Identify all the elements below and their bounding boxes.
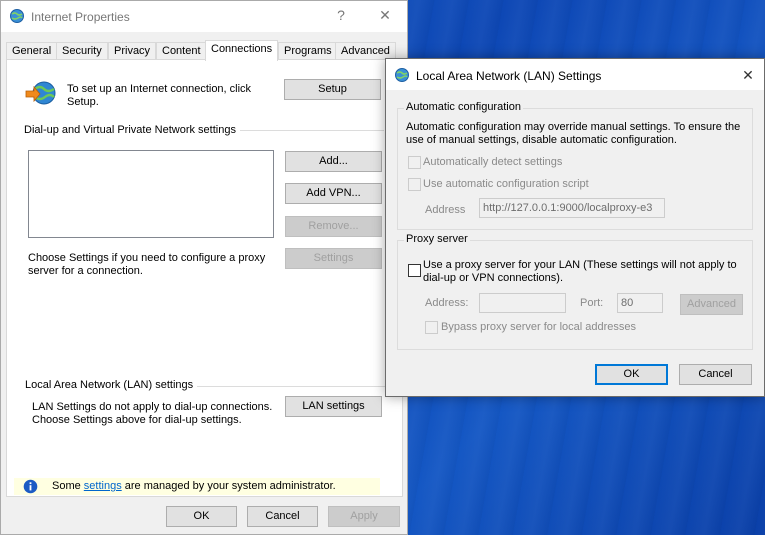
title-bar: Internet Properties ? ✕ (1, 1, 407, 32)
address-label: Address (425, 204, 466, 216)
tab-general[interactable]: General (6, 42, 58, 60)
port-input[interactable]: 80 (617, 293, 663, 313)
tab-security[interactable]: Security (56, 42, 108, 60)
info-icon (23, 479, 38, 494)
tab-content[interactable]: Content (156, 42, 207, 60)
internet-properties-window: Internet Properties ? ✕ General Security… (0, 0, 408, 535)
lan-description: LAN Settings do not apply to dial-up con… (32, 401, 273, 426)
setup-description: To set up an Internet connection, click … (67, 83, 252, 108)
info-prefix: Some (52, 480, 84, 492)
proxy-server-title: Proxy server (404, 233, 470, 245)
auto-config-title: Automatic configuration (404, 101, 523, 113)
admin-info-bar: Some settings are managed by your system… (14, 478, 380, 495)
auto-script-checkbox[interactable] (408, 178, 421, 191)
config-script-address-field[interactable]: http://127.0.0.1:9000/localproxy-e3 (479, 198, 665, 218)
bypass-local-label: Bypass proxy server for local addresses (441, 321, 637, 333)
help-button[interactable]: ? (331, 7, 351, 23)
lan-dialog-title: Local Area Network (LAN) Settings (416, 69, 602, 83)
remove-button[interactable]: Remove... (285, 216, 382, 237)
tab-privacy[interactable]: Privacy (108, 42, 157, 60)
auto-config-group: Automatic configuration Automatic config… (397, 101, 753, 230)
lan-ok-button[interactable]: OK (595, 364, 668, 385)
auto-detect-checkbox[interactable] (408, 156, 421, 169)
ok-button[interactable]: OK (166, 506, 237, 527)
lan-title-bar: Local Area Network (LAN) Settings ✕ (386, 59, 764, 90)
apply-button[interactable]: Apply (328, 506, 400, 527)
proxy-address-input[interactable] (479, 293, 566, 313)
tab-programs[interactable]: Programs (278, 42, 338, 60)
lan-settings-button[interactable]: LAN settings (285, 396, 382, 417)
tab-connections[interactable]: Connections (205, 40, 279, 61)
auto-script-label: Use automatic configuration script (423, 178, 589, 190)
advanced-button[interactable]: Advanced (680, 294, 743, 315)
add-button[interactable]: Add... (285, 151, 382, 172)
lan-globe-icon (395, 68, 409, 82)
proxy-description: Choose Settings if you need to configure… (28, 252, 266, 277)
connections-panel: To set up an Internet connection, click … (6, 59, 403, 497)
settings-link[interactable]: settings (84, 480, 122, 492)
auto-detect-label: Automatically detect settings (423, 156, 563, 168)
close-button[interactable]: ✕ (375, 7, 395, 24)
internet-setup-icon (25, 81, 56, 105)
window-title: Internet Properties (31, 10, 130, 24)
settings-button[interactable]: Settings (285, 248, 382, 269)
port-label: Port: (580, 297, 604, 309)
lan-settings-dialog: Local Area Network (LAN) Settings ✕ Auto… (385, 58, 765, 397)
dialup-section-title: Dial-up and Virtual Private Network sett… (24, 124, 240, 136)
info-suffix: are managed by your system administrator… (121, 480, 336, 492)
use-proxy-checkbox[interactable] (408, 264, 421, 277)
internet-globe-icon (10, 9, 24, 23)
use-proxy-label: Use a proxy server for your LAN (These s… (423, 259, 737, 284)
add-vpn-button[interactable]: Add VPN... (285, 183, 382, 204)
setup-button[interactable]: Setup (284, 79, 381, 100)
admin-info-text: Some settings are managed by your system… (52, 480, 336, 493)
proxy-address-label: Address: (425, 297, 469, 309)
bypass-local-checkbox[interactable] (425, 321, 438, 334)
lan-cancel-button[interactable]: Cancel (679, 364, 752, 385)
tab-bar: General Security Privacy Content Connect… (6, 40, 406, 61)
auto-config-description: Automatic configuration may override man… (406, 121, 741, 146)
proxy-server-group: Proxy server Use a proxy server for your… (397, 233, 753, 350)
lan-section-title: Local Area Network (LAN) settings (25, 379, 198, 391)
connections-list[interactable] (28, 150, 274, 238)
cancel-button[interactable]: Cancel (247, 506, 318, 527)
lan-close-button[interactable]: ✕ (738, 67, 758, 84)
